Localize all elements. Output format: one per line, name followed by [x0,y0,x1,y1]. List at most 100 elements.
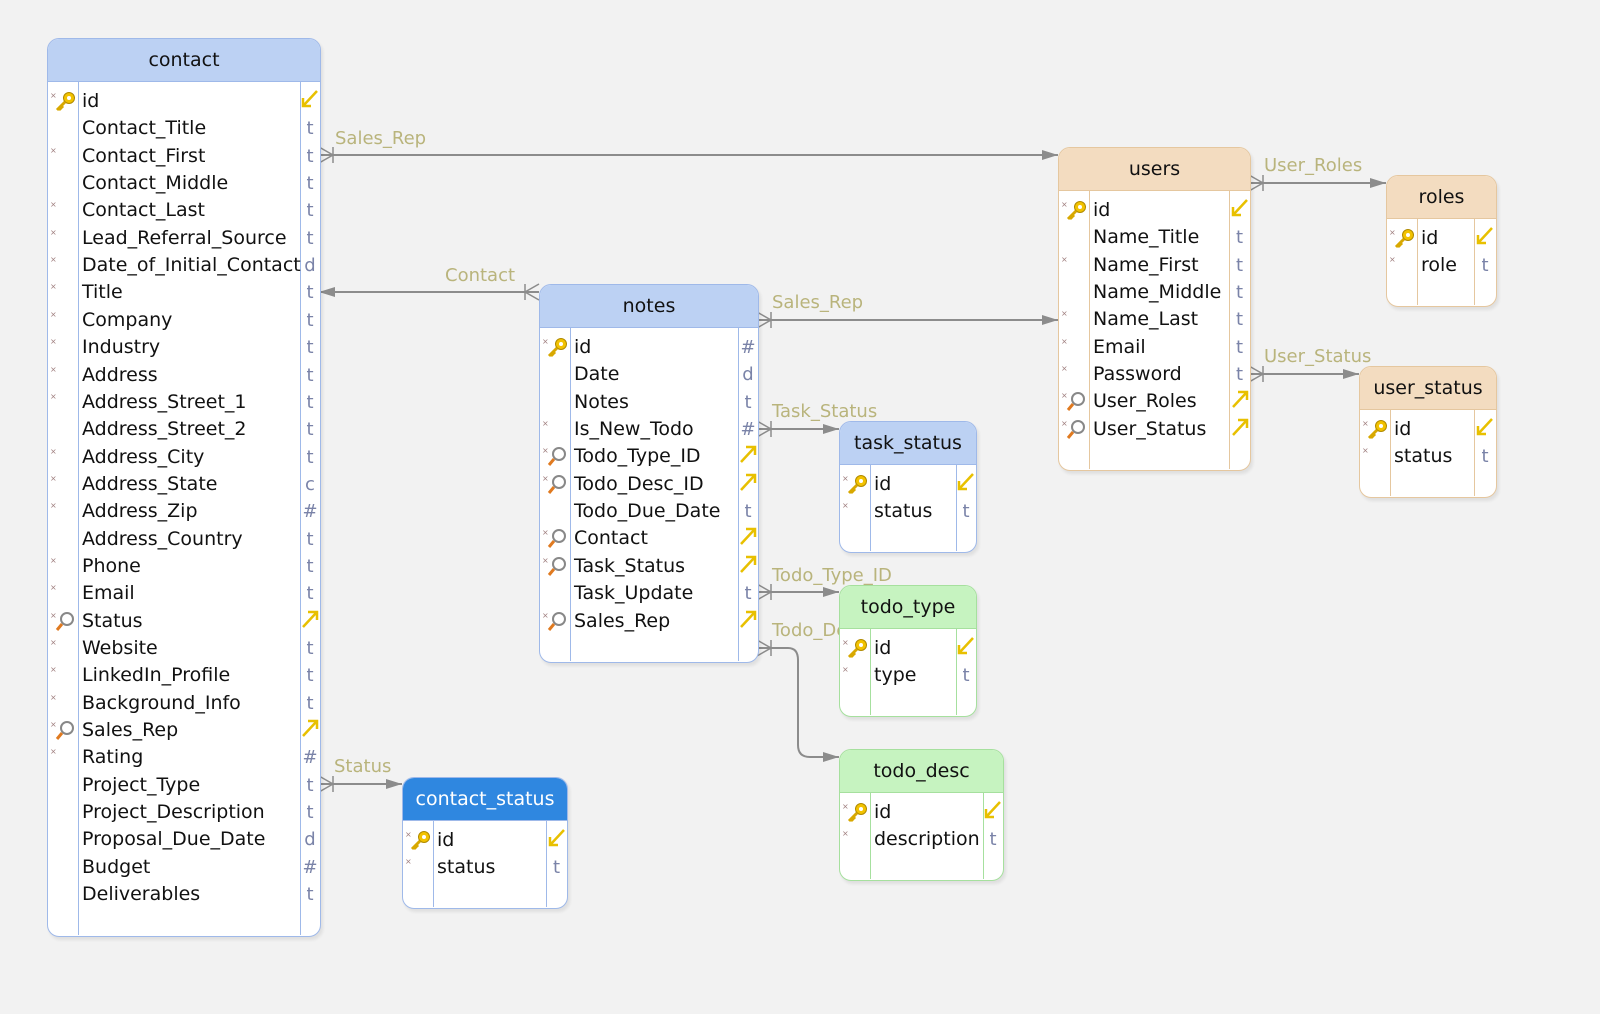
column-row[interactable]: × id [1387,225,1496,252]
column-row[interactable]: Proposal_Due_Date d [48,826,320,853]
column-row[interactable]: × Title t [48,279,320,306]
column-row[interactable]: × Contact [540,525,758,552]
column-row[interactable]: Project_Type t [48,772,320,799]
column-row[interactable]: × status t [840,498,976,525]
relationship-label: Sales_Rep [772,292,864,313]
column-row[interactable]: × Industry t [48,334,320,361]
table-header[interactable]: user_status [1360,367,1496,410]
table-header[interactable]: roles [1387,176,1496,219]
column-row[interactable]: × LinkedIn_Profile t [48,662,320,689]
column-name: Website [82,637,158,659]
not-null-icon: × [50,553,78,580]
column-row[interactable]: Todo_Due_Date t [540,498,758,525]
primary-key-icon: × [842,471,870,498]
column-row[interactable]: × description t [840,826,1003,853]
not-null-icon: × [1061,306,1089,333]
column-row[interactable]: × Rating # [48,744,320,771]
column-type: t [306,364,314,386]
table-todo-type[interactable]: todo_type × id × type t [839,585,977,717]
column-row[interactable]: Name_Title t [1059,224,1250,251]
table-notes[interactable]: notes × id # Date d Notes t × Is_New_Todo # × Todo_T… [539,284,759,663]
svg-text:×: × [542,419,549,428]
column-row[interactable]: × Company t [48,307,320,334]
column-row[interactable]: × Todo_Desc_ID [540,471,758,498]
column-row[interactable]: × Address_City t [48,444,320,471]
column-name: Password [1093,363,1182,386]
column-row[interactable]: × Contact_First t [48,143,320,170]
column-row[interactable]: × User_Status [1059,416,1250,443]
table-task-status[interactable]: task_status × id × status t [839,421,977,553]
column-row[interactable]: × type t [840,662,976,689]
column-row[interactable]: × id [1360,416,1496,443]
column-row[interactable]: × Status [48,608,320,635]
column-row[interactable]: × Is_New_Todo # [540,416,758,443]
column-row[interactable]: Task_Update t [540,580,758,607]
table-header[interactable]: notes [540,285,758,328]
column-row[interactable]: × Sales_Rep [540,608,758,635]
column-row[interactable]: × Task_Status [540,553,758,580]
column-row[interactable]: × id [840,471,976,498]
column-row[interactable]: Address_Country t [48,526,320,553]
table-contact[interactable]: contact × id Contact_Title t × Contact_First t C… [47,38,321,937]
table-todo-desc[interactable]: todo_desc × id × description t [839,749,1004,881]
table-header[interactable]: contact [48,39,320,82]
column-row[interactable]: Address_Street_2 t [48,416,320,443]
column-row[interactable]: × Address_Zip # [48,498,320,525]
svg-text:×: × [1362,419,1369,428]
column-row[interactable]: × Sales_Rep [48,717,320,744]
column-row[interactable]: × id # [540,334,758,361]
column-name: Address [82,363,158,386]
column-row[interactable]: Date d [540,361,758,388]
column-row[interactable]: × Email t [48,580,320,607]
table-header[interactable]: task_status [840,422,976,465]
column-row[interactable]: × id [403,827,567,854]
table-header[interactable]: todo_type [840,586,976,629]
column-row[interactable]: × Email t [1059,334,1250,361]
table-columns: × id Contact_Title t × Contact_First t Contact_… [48,82,320,935]
column-row[interactable]: Name_Middle t [1059,279,1250,306]
column-name: Address_State [82,472,218,495]
column-row[interactable]: × id [840,799,1003,826]
column-row[interactable]: × id [840,635,976,662]
column-row[interactable]: × role t [1387,252,1496,279]
table-roles[interactable]: roles × id × role t [1386,175,1497,307]
column-row[interactable]: × Name_Last t [1059,306,1250,333]
column-row[interactable]: × Todo_Type_ID [540,443,758,470]
svg-text:×: × [50,255,57,264]
column-row[interactable]: × Background_Info t [48,690,320,717]
column-row[interactable]: × Phone t [48,553,320,580]
table-header[interactable]: todo_desc [840,750,1003,793]
not-null-icon: × [1061,334,1089,361]
column-row[interactable]: × Address_Street_1 t [48,389,320,416]
column-row[interactable]: × Contact_Last t [48,197,320,224]
relationship-line[interactable] [757,647,839,758]
table-header[interactable]: contact_status [403,778,567,821]
column-row[interactable]: Contact_Middle t [48,170,320,197]
column-row[interactable]: × Date_of_Initial_Contact d [48,252,320,279]
column-row[interactable]: × id [1059,197,1250,224]
table-user-status[interactable]: user_status × id × status t [1359,366,1497,498]
column-row[interactable]: Budget # [48,854,320,881]
column-row[interactable]: × id [48,88,320,115]
column-row[interactable]: × Address_State c [48,471,320,498]
svg-text:×: × [1061,419,1068,428]
column-row[interactable]: × Password t [1059,361,1250,388]
column-row[interactable]: × User_Roles [1059,388,1250,415]
table-users[interactable]: users × id Name_Title t × Name_First t Name_Midd… [1058,147,1251,471]
column-row[interactable]: × Lead_Referral_Source t [48,225,320,252]
foreign-key-arrow-icon [738,553,758,583]
column-row[interactable]: × Website t [48,635,320,662]
column-row[interactable]: × status t [1360,443,1496,470]
foreign-key-arrow-icon [738,443,758,473]
column-row[interactable]: × status t [403,854,567,881]
not-null-icon: × [842,662,870,689]
column-row[interactable]: Project_Description t [48,799,320,826]
column-row[interactable]: Notes t [540,389,758,416]
column-row[interactable]: Deliverables t [48,881,320,908]
column-row[interactable]: Contact_Title t [48,115,320,142]
column-row[interactable]: × Name_First t [1059,252,1250,279]
table-header[interactable]: users [1059,148,1250,191]
not-null-icon: × [50,252,78,279]
table-contact-status[interactable]: contact_status × id × status t [402,777,568,909]
column-row[interactable]: × Address t [48,362,320,389]
